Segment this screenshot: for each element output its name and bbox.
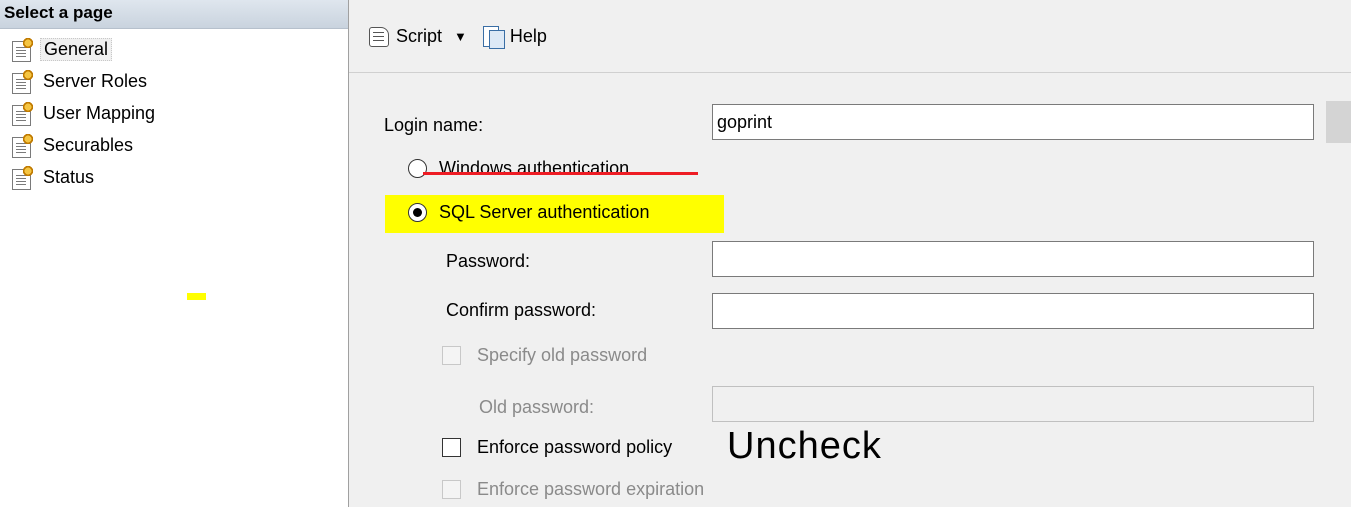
general-page: Script ▼ Help Login name: Windows authen…: [349, 0, 1351, 507]
login-name-label: Login name:: [384, 115, 484, 135]
login-name-input[interactable]: [712, 104, 1314, 140]
toolbar: Script ▼ Help: [349, 0, 1351, 73]
specify-old-password-label: Specify old password: [477, 345, 648, 365]
script-button[interactable]: Script: [367, 24, 442, 48]
page-settings-icon: [10, 69, 34, 94]
enforce-password-policy-option[interactable]: Enforce password policy: [442, 437, 672, 458]
page-item-user-mapping[interactable]: User Mapping: [10, 97, 348, 129]
windows-auth-radio[interactable]: [408, 159, 427, 178]
page-item-label: Status: [43, 166, 95, 187]
sql-auth-option[interactable]: SQL Server authentication: [408, 202, 649, 223]
page-settings-icon: [10, 37, 34, 62]
select-page-header: Select a page: [0, 0, 348, 29]
sql-auth-label: SQL Server authentication: [439, 202, 650, 222]
confirm-password-input[interactable]: [712, 293, 1314, 329]
page-item-server-roles[interactable]: Server Roles: [10, 65, 348, 97]
page-item-label: User Mapping: [43, 102, 156, 123]
page-item-label: Server Roles: [43, 70, 148, 91]
old-password-input[interactable]: [712, 386, 1314, 422]
page-item-label: Securables: [43, 134, 134, 155]
enforce-password-policy-checkbox[interactable]: [442, 438, 461, 457]
yellow-highlight-mark: [187, 293, 206, 300]
page-item-status[interactable]: Status: [10, 161, 348, 193]
side-scroll-handle[interactable]: [1326, 101, 1351, 143]
confirm-password-label: Confirm password:: [446, 300, 597, 320]
help-icon: [481, 24, 505, 49]
page-settings-icon: [10, 133, 34, 158]
password-input[interactable]: [712, 241, 1314, 277]
password-label: Password:: [446, 251, 531, 271]
page-settings-icon: [10, 165, 34, 190]
help-label: Help: [509, 25, 547, 46]
enforce-password-expiration-option[interactable]: Enforce password expiration: [442, 479, 704, 500]
select-page-panel: Select a page General Server Roles User …: [0, 0, 349, 507]
page-list: General Server Roles User Mapping Secura…: [0, 29, 348, 193]
script-label: Script: [396, 25, 443, 46]
page-settings-icon: [10, 101, 34, 126]
red-strikethrough-annotation: [423, 172, 698, 175]
script-dropdown-arrow-icon[interactable]: ▼: [454, 29, 467, 44]
login-general-form: Login name: Windows authentication SQL S…: [349, 73, 1351, 507]
windows-auth-option[interactable]: Windows authentication: [408, 158, 629, 179]
page-item-securables[interactable]: Securables: [10, 129, 348, 161]
enforce-password-policy-label: Enforce password policy: [477, 437, 673, 457]
help-button[interactable]: Help: [481, 24, 547, 49]
script-icon: [367, 24, 391, 48]
uncheck-annotation: Uncheck: [727, 425, 882, 467]
enforce-password-expiration-checkbox[interactable]: [442, 480, 461, 499]
specify-old-password-option[interactable]: Specify old password: [442, 345, 647, 366]
specify-old-password-checkbox[interactable]: [442, 346, 461, 365]
enforce-password-expiration-label: Enforce password expiration: [477, 479, 705, 499]
windows-auth-label: Windows authentication: [439, 158, 630, 178]
page-item-label: General: [40, 37, 113, 61]
sql-auth-radio[interactable]: [408, 203, 427, 222]
page-item-general[interactable]: General: [10, 33, 348, 65]
old-password-label: Old password:: [479, 397, 595, 417]
